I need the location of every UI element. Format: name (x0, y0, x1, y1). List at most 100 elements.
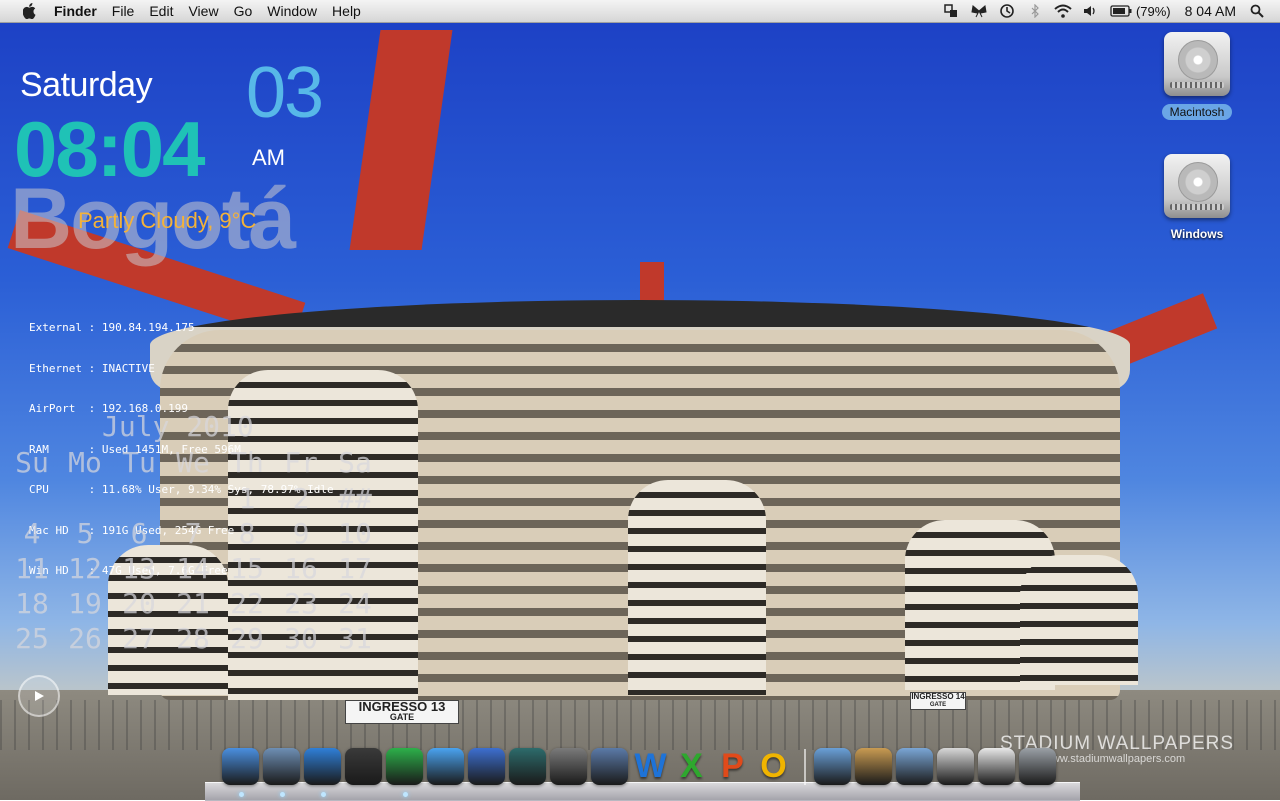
desktop-icon-label: Windows (1170, 227, 1224, 241)
mail-stamp-icon[interactable] (263, 748, 300, 797)
finder-icon[interactable] (222, 748, 259, 797)
time-machine-icon[interactable] (998, 2, 1016, 20)
calendar-day: 7 (184, 517, 202, 550)
remote-desktop-icon[interactable] (591, 748, 628, 785)
document-stack-icon[interactable] (978, 748, 1015, 785)
excel-icon[interactable]: X (673, 747, 710, 785)
weather-conditions: Partly Cloudy, 9°C (78, 208, 257, 233)
calendar-weekday: We (176, 446, 210, 479)
calendar-day: 26 (68, 622, 102, 655)
wallpaper-gate-sign: INGRESSO 13 GATE (345, 700, 459, 724)
play-icon (35, 691, 44, 701)
applications-folder-icon[interactable] (814, 748, 851, 785)
dock-separator (804, 749, 806, 785)
powerpoint-icon[interactable]: P (714, 747, 751, 785)
menu-bar: Finder File Edit View Go Window Help (79… (0, 0, 1280, 23)
calendar-day: 19 (68, 587, 102, 620)
battery-percentage[interactable]: (79%) (1136, 4, 1171, 19)
mail-preview-icon[interactable] (937, 748, 974, 785)
menu-extras: (79%) 8 04 AM (942, 0, 1280, 22)
menu-window[interactable]: Window (267, 0, 317, 22)
desktop-icon-windows[interactable]: Windows (1142, 154, 1252, 243)
gate-sign-title: INGRESSO 14 (911, 692, 965, 701)
calendar-day: 28 (176, 622, 210, 655)
menu-clock[interactable]: 8 04 AM (1185, 3, 1236, 19)
battery-icon[interactable] (1110, 2, 1132, 20)
dock: WXPO (222, 745, 1060, 797)
hard-drive-icon (1164, 154, 1230, 218)
butterfly-icon[interactable] (970, 2, 988, 20)
calendar-day: 30 (284, 622, 318, 655)
media-play-button[interactable] (18, 675, 60, 717)
calendar-day: ## (338, 482, 372, 515)
wallpaper-tower (1020, 555, 1138, 685)
downloads-folder-icon[interactable] (896, 748, 933, 785)
documents-folder-icon[interactable] (855, 748, 892, 785)
ichat-icon[interactable] (427, 748, 464, 785)
itunes-icon[interactable] (468, 748, 505, 785)
wallpaper-watermark-url: www.stadiumwallpapers.com (1044, 753, 1186, 765)
excel-letter: X (680, 747, 703, 785)
calendar-week: 1 2 ## (14, 482, 394, 516)
messenger-icon[interactable] (386, 748, 423, 797)
calendar-day: 8 (238, 517, 256, 550)
calendar-title: July 2010 (102, 410, 254, 443)
calendar-day: 21 (176, 587, 210, 620)
calendar-day: 6 (130, 517, 148, 550)
menu-file[interactable]: File (112, 0, 135, 22)
calendar-day: 16 (284, 552, 318, 585)
time-machine-icon[interactable] (509, 748, 546, 785)
calendar-day: 20 (122, 587, 156, 620)
calendar-weekday: Tu (122, 446, 156, 479)
calendar-week: 25 26 27 28 29 30 31 (14, 622, 394, 656)
calendar-week: 18 19 20 21 22 23 24 (14, 587, 394, 621)
adium-icon[interactable] (345, 748, 382, 785)
calendar-day: 15 (230, 552, 264, 585)
menu-app-finder[interactable]: Finder (54, 0, 97, 22)
calendar-day: 29 (230, 622, 264, 655)
calendar-day: 9 (292, 517, 310, 550)
clock-time: 08:04 (14, 105, 205, 193)
menu-edit[interactable]: Edit (149, 0, 173, 22)
sysinfo-external: External : 190.84.194.175 (29, 321, 195, 334)
menu-view[interactable]: View (188, 0, 218, 22)
running-indicator (279, 792, 285, 797)
calendar-weekday: Fr (284, 446, 318, 479)
volume-icon[interactable] (1082, 2, 1100, 20)
outlook-letter: O (760, 747, 787, 785)
clock-ampm: AM (252, 145, 285, 170)
calendar-day: 24 (338, 587, 372, 620)
calendar-day: 2 (292, 482, 310, 515)
hard-drive-icon (1164, 32, 1230, 96)
spaces-icon[interactable] (942, 2, 960, 20)
powerpoint-letter: P (721, 747, 744, 785)
outlook-icon[interactable]: O (755, 747, 792, 785)
calendar-day: 1 (238, 482, 256, 515)
apple-menu-icon[interactable] (20, 1, 40, 21)
calendar-day: 10 (338, 517, 372, 550)
calendar-day: 13 (122, 552, 156, 585)
calendar-day: 17 (338, 552, 372, 585)
safari-icon[interactable] (304, 748, 341, 797)
calendar-weekday: Su (15, 446, 49, 479)
menu-help[interactable]: Help (332, 0, 361, 22)
desktop-icon-macintosh-hd[interactable]: Macintosh (1142, 32, 1252, 121)
wallpaper-gate-sign: INGRESSO 14 GATE (910, 692, 966, 710)
desktop-icon-label: Macintosh (1161, 104, 1233, 120)
bluetooth-icon[interactable] (1026, 2, 1044, 20)
calendar-week: 11 12 13 14 15 16 17 (14, 552, 394, 586)
clock-date: 03 (246, 53, 324, 133)
word-icon[interactable]: W (632, 747, 669, 785)
running-indicator (402, 792, 408, 797)
menu-go[interactable]: Go (234, 0, 253, 22)
running-indicator (320, 792, 326, 797)
calendar-day: 12 (68, 552, 102, 585)
trash-icon[interactable] (1019, 748, 1056, 785)
calendar-weekday: Sa (338, 446, 372, 479)
system-preferences-icon[interactable] (550, 748, 587, 785)
wifi-icon[interactable] (1054, 2, 1072, 20)
calendar-day: 11 (15, 552, 49, 585)
calendar-weekday: Th (230, 446, 264, 479)
spotlight-search-icon[interactable] (1248, 2, 1266, 20)
clock-day: Saturday (20, 66, 153, 104)
